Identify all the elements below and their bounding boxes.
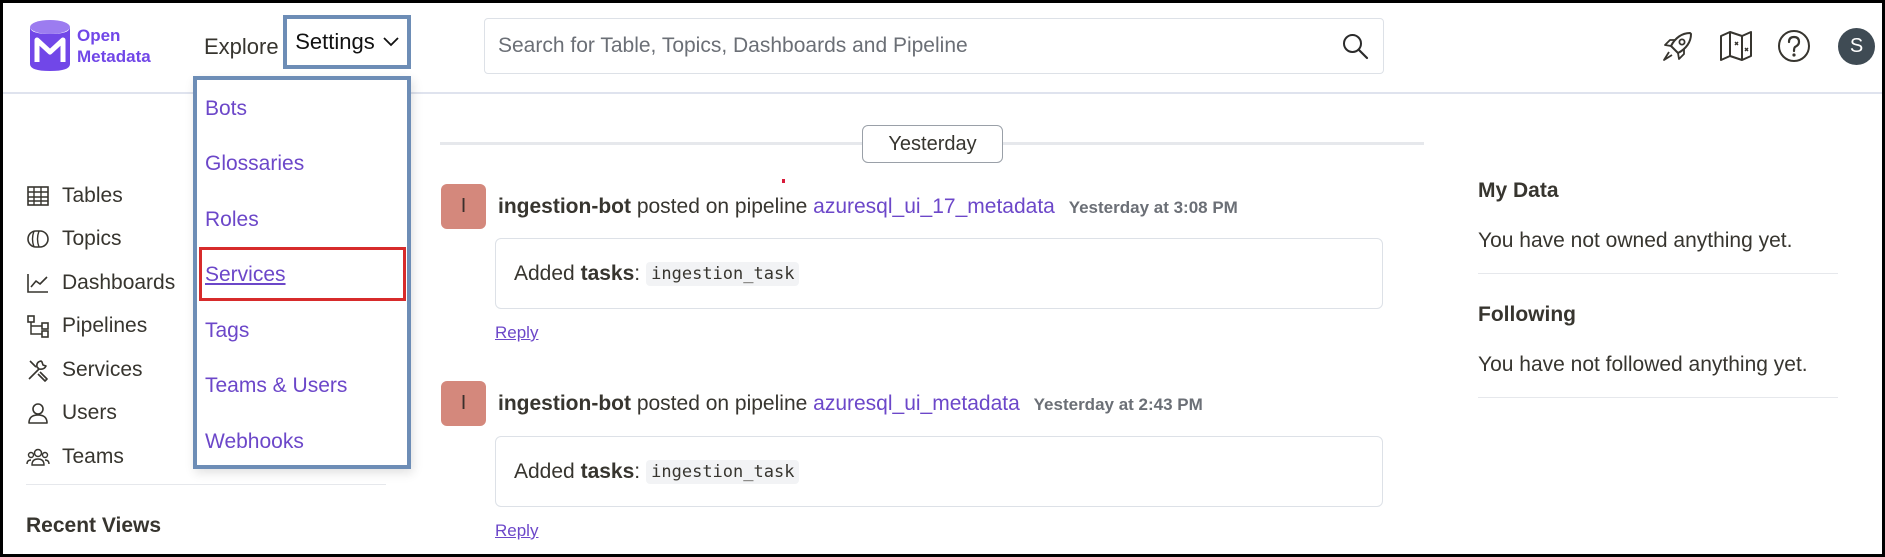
logo-text: Open Metadata [77,25,151,67]
sidebar-item-label: Pipelines [62,314,148,338]
following-heading: Following [1478,303,1576,326]
logo-text-line2: Metadata [77,47,151,66]
settings-menu-item-bots[interactable]: Bots [205,97,247,121]
right-panel-divider [1478,273,1838,274]
decorative-dot [782,179,785,183]
user-avatar[interactable]: S [1838,28,1875,65]
sidebar-item-dashboards[interactable]: Dashboards [26,261,175,305]
right-panel-divider [1478,397,1838,398]
post-meta: ingestion-bot posted on pipeline azuresq… [498,195,1238,219]
post-meta: ingestion-bot posted on pipeline azuresq… [498,392,1203,416]
post-message-value: ingestion_task [646,261,800,286]
sidebar-item-topics[interactable]: Topics [26,218,175,262]
map-icon[interactable] [1718,28,1754,64]
reply-link[interactable]: Reply [495,521,538,541]
post-entity-link[interactable]: azuresql_ui_metadata [813,392,1020,415]
feed-post-header: I ingestion-bot posted on pipeline azure… [441,381,1203,426]
settings-menu-item-roles[interactable]: Roles [205,208,259,232]
sidebar-item-label: Tables [62,183,123,207]
feed-post-header: I ingestion-bot posted on pipeline azure… [441,184,1238,229]
post-avatar[interactable]: I [441,381,486,426]
sidebar-item-label: Topics [62,227,122,251]
sidebar-item-label: Users [62,401,117,425]
post-message-field: tasks [580,459,635,483]
feed-post-card: Added tasks: ingestion_task [495,436,1383,507]
sidebar-item-tables[interactable]: Tables [26,174,175,218]
sidebar-item-label: Services [62,357,143,381]
rocket-icon[interactable] [1660,28,1696,64]
openmetadata-logo[interactable]: Open Metadata [26,18,151,74]
sidebar-item-pipelines[interactable]: Pipelines [26,305,175,349]
left-sidebar: Tables Topics Dashboards Pipelines Servi… [26,174,175,479]
logo-text-line1: Open [77,26,121,45]
feed-post-card: Added tasks: ingestion_task [495,238,1383,309]
sidebar-item-label: Teams [62,444,124,468]
settings-dropdown-menu: Bots Glossaries Roles Services Tags Team… [193,76,411,469]
nav-settings-button[interactable]: Settings [283,15,411,69]
table-icon [27,185,49,206]
post-user-link[interactable]: ingestion-bot [498,195,631,218]
nav-settings-label: Settings [295,29,375,54]
settings-menu-item-webhooks[interactable]: Webhooks [205,430,304,454]
feed-date-label: Yesterday [862,125,1003,163]
settings-menu-item-teams-users[interactable]: Teams & Users [205,374,347,398]
search-icon[interactable] [1341,32,1369,60]
chevron-down-icon [383,37,399,47]
search-bar [484,18,1384,74]
recent-views-heading: Recent Views [26,514,162,537]
post-message-prefix: Added [514,459,575,483]
post-message-field: tasks [580,261,635,285]
sidebar-item-users[interactable]: Users [26,392,175,436]
nav-explore-link[interactable]: Explore [204,34,279,60]
openmetadata-logo-icon [30,20,70,71]
following-empty-text: You have not followed anything yet. [1478,353,1808,376]
post-user-link[interactable]: ingestion-bot [498,392,631,415]
post-message-prefix: Added [514,261,575,285]
post-timestamp: Yesterday at 2:43 PM [1033,394,1203,414]
pipeline-icon [27,315,49,339]
sidebar-item-teams[interactable]: Teams [26,435,175,479]
settings-menu-item-tags[interactable]: Tags [205,319,249,343]
post-message-value: ingestion_task [646,459,800,484]
topic-icon [27,230,49,249]
sidebar-item-label: Dashboards [62,270,176,294]
user-icon [28,403,48,425]
sidebar-divider [26,484,386,485]
search-input[interactable] [485,19,1305,72]
my-data-empty-text: You have not owned anything yet. [1478,229,1793,252]
my-data-heading: My Data [1478,179,1559,202]
services-icon [28,359,48,382]
help-icon[interactable] [1776,28,1812,64]
teams-icon [26,448,50,466]
post-avatar[interactable]: I [441,184,486,229]
post-action-text: posted on pipeline [636,194,808,218]
post-entity-link[interactable]: azuresql_ui_17_metadata [813,195,1055,218]
settings-menu-item-glossaries[interactable]: Glossaries [205,152,304,176]
dashboard-icon [27,273,48,293]
reply-link[interactable]: Reply [495,323,538,343]
post-timestamp: Yesterday at 3:08 PM [1068,197,1238,217]
sidebar-item-services[interactable]: Services [26,348,175,392]
post-action-text: posted on pipeline [636,391,808,415]
settings-menu-item-services[interactable]: Services [205,263,286,287]
